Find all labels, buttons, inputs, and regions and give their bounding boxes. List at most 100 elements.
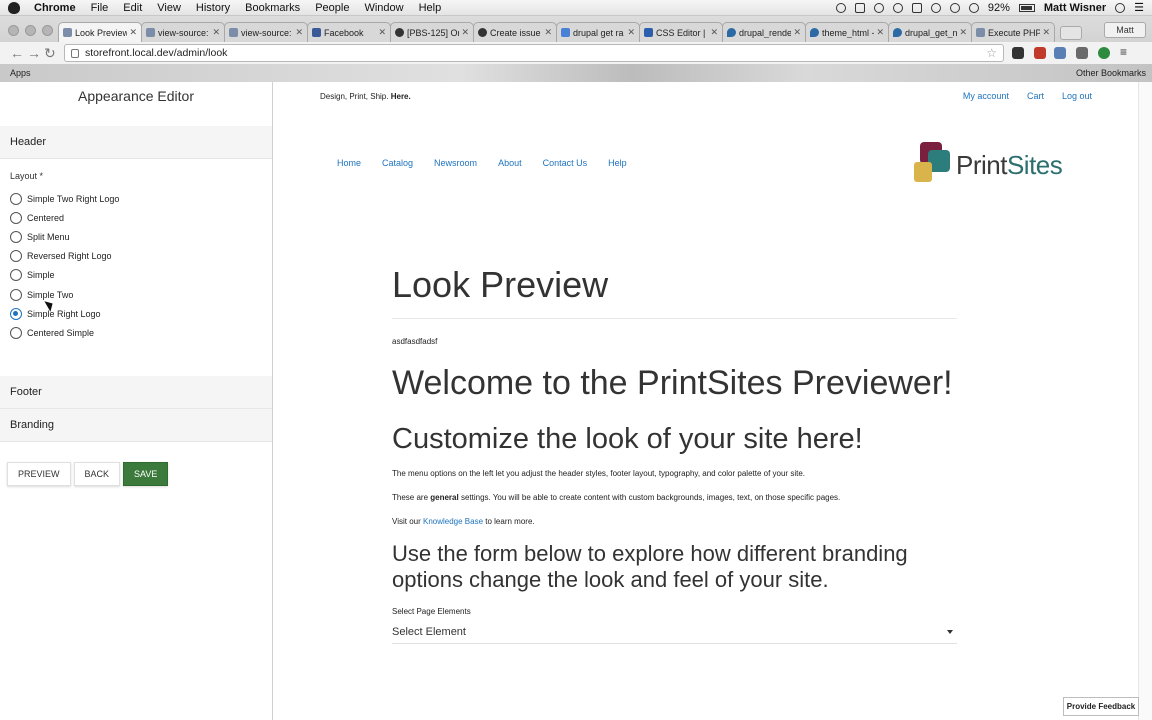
- page-scrollbar[interactable]: [1138, 82, 1152, 720]
- browser-tab[interactable]: drupal_rende ✕: [722, 22, 806, 42]
- menu-chrome[interactable]: Chrome: [34, 2, 76, 14]
- browser-tab[interactable]: Facebook ✕: [307, 22, 391, 42]
- bookmark-apps[interactable]: Apps: [10, 68, 31, 78]
- volume-icon[interactable]: [968, 2, 979, 13]
- close-tab-icon[interactable]: ✕: [461, 27, 469, 38]
- menu-history[interactable]: History: [196, 2, 230, 14]
- battery-icon[interactable]: [1018, 3, 1035, 12]
- browser-tab[interactable]: [PBS-125] Or ✕: [390, 22, 474, 42]
- menu-view[interactable]: View: [157, 2, 181, 14]
- menu-people[interactable]: People: [315, 2, 349, 14]
- printsites-logo[interactable]: PrintSites: [914, 140, 1094, 188]
- radio-unchecked-icon[interactable]: [10, 192, 22, 205]
- layout-option[interactable]: Centered: [0, 208, 272, 227]
- wifi-icon[interactable]: [949, 2, 960, 13]
- nav-home[interactable]: Home: [337, 158, 361, 168]
- close-tab-icon[interactable]: ✕: [959, 27, 967, 38]
- nav-help[interactable]: Help: [608, 158, 627, 168]
- browser-tab[interactable]: Create issue ✕: [473, 22, 557, 42]
- header-section-toggle[interactable]: Header: [0, 126, 272, 159]
- minimize-window-button[interactable]: [25, 25, 36, 36]
- back-arrow-icon[interactable]: ←: [10, 45, 24, 61]
- layout-option[interactable]: Reversed Right Logo: [0, 247, 272, 266]
- footer-section-toggle[interactable]: Footer: [0, 375, 272, 409]
- extension-arrows-icon[interactable]: [1076, 47, 1088, 59]
- new-tab-button[interactable]: [1060, 26, 1082, 40]
- select-element-dropdown[interactable]: Select Element: [392, 620, 957, 644]
- browser-tab[interactable]: Execute PHP ✕: [971, 22, 1055, 42]
- display-icon[interactable]: [911, 2, 922, 13]
- sync-icon[interactable]: [892, 2, 903, 13]
- spotlight-icon[interactable]: [1115, 2, 1126, 13]
- chrome-menu-icon[interactable]: ≡: [1120, 45, 1132, 59]
- my-account-link[interactable]: My account: [963, 91, 1009, 101]
- close-tab-icon[interactable]: ✕: [1042, 27, 1050, 38]
- close-tab-icon[interactable]: ✕: [876, 27, 884, 38]
- radio-unchecked-icon[interactable]: [10, 211, 22, 224]
- zoom-window-button[interactable]: [42, 25, 53, 36]
- timemachine-icon[interactable]: [873, 2, 884, 13]
- close-window-button[interactable]: [8, 25, 19, 36]
- layout-option[interactable]: Centered Simple: [0, 323, 272, 342]
- url-text[interactable]: storefront.local.dev/admin/look: [85, 47, 227, 59]
- profile-button[interactable]: Matt: [1104, 22, 1146, 38]
- close-tab-icon[interactable]: ✕: [793, 27, 801, 38]
- save-button[interactable]: SAVE: [123, 462, 169, 486]
- radio-unchecked-icon[interactable]: [10, 288, 22, 301]
- knowledge-base-link[interactable]: Knowledge Base: [423, 517, 483, 526]
- browser-tab[interactable]: drupal get ra ✕: [556, 22, 640, 42]
- browser-tab[interactable]: CSS Editor | C✕: [639, 22, 723, 42]
- address-bar[interactable]: storefront.local.dev/admin/look ☆: [64, 44, 1004, 62]
- close-tab-icon[interactable]: ✕: [129, 27, 137, 38]
- nav-newsroom[interactable]: Newsroom: [434, 158, 477, 168]
- layout-option[interactable]: Simple: [0, 266, 272, 285]
- user-name[interactable]: Matt Wisner: [1044, 2, 1106, 14]
- back-button[interactable]: BACK: [73, 462, 121, 486]
- close-tab-icon[interactable]: ✕: [710, 27, 718, 38]
- radio-unchecked-icon[interactable]: [10, 230, 22, 243]
- extension-red-icon[interactable]: [1034, 47, 1046, 59]
- browser-tab[interactable]: theme_html - ✕: [805, 22, 889, 42]
- branding-section-toggle[interactable]: Branding: [0, 408, 272, 442]
- nav-contact[interactable]: Contact Us: [543, 158, 588, 168]
- close-tab-icon[interactable]: ✕: [295, 27, 303, 38]
- nav-catalog[interactable]: Catalog: [382, 158, 413, 168]
- browser-tab[interactable]: Look Preview ✕: [58, 22, 142, 42]
- layout-option[interactable]: Simple Two Right Logo: [0, 189, 272, 208]
- record-icon[interactable]: [835, 2, 846, 13]
- close-tab-icon[interactable]: ✕: [627, 27, 635, 38]
- cart-link[interactable]: Cart: [1027, 91, 1044, 101]
- page-info-icon[interactable]: [71, 48, 79, 58]
- forward-arrow-icon[interactable]: →: [27, 45, 41, 61]
- radio-checked-icon[interactable]: [10, 307, 22, 320]
- layout-option[interactable]: Simple Right Logo: [0, 304, 272, 323]
- apple-icon[interactable]: [8, 1, 20, 14]
- browser-tab[interactable]: drupal_get_n ✕: [888, 22, 972, 42]
- extension-gear-icon[interactable]: [1012, 47, 1024, 59]
- notification-center-icon[interactable]: ☰: [1134, 1, 1144, 14]
- menu-file[interactable]: File: [91, 2, 109, 14]
- reload-icon[interactable]: ↻: [44, 45, 56, 62]
- menu-edit[interactable]: Edit: [123, 2, 142, 14]
- close-tab-icon[interactable]: ✕: [212, 27, 220, 38]
- extension-cloud-icon[interactable]: [1054, 47, 1066, 59]
- layout-option[interactable]: Split Menu: [0, 227, 272, 246]
- radio-unchecked-icon[interactable]: [10, 250, 22, 263]
- extension-green-icon[interactable]: [1098, 47, 1110, 59]
- bluetooth-icon[interactable]: [930, 2, 941, 13]
- menu-window[interactable]: Window: [364, 2, 403, 14]
- close-tab-icon[interactable]: ✕: [544, 27, 552, 38]
- radio-unchecked-icon[interactable]: [10, 326, 22, 339]
- nav-about[interactable]: About: [498, 158, 522, 168]
- bookmark-other[interactable]: Other Bookmarks: [1076, 68, 1146, 78]
- preview-button[interactable]: PREVIEW: [7, 462, 71, 486]
- menu-bookmarks[interactable]: Bookmarks: [245, 2, 300, 14]
- menu-help[interactable]: Help: [419, 2, 442, 14]
- layout-option[interactable]: Simple Two: [0, 285, 272, 304]
- bookmark-star-icon[interactable]: ☆: [986, 46, 997, 60]
- radio-unchecked-icon[interactable]: [10, 269, 22, 282]
- provide-feedback-button[interactable]: Provide Feedback: [1063, 697, 1139, 716]
- close-tab-icon[interactable]: ✕: [378, 27, 386, 38]
- logout-link[interactable]: Log out: [1062, 91, 1092, 101]
- dropbox-icon[interactable]: [854, 2, 865, 13]
